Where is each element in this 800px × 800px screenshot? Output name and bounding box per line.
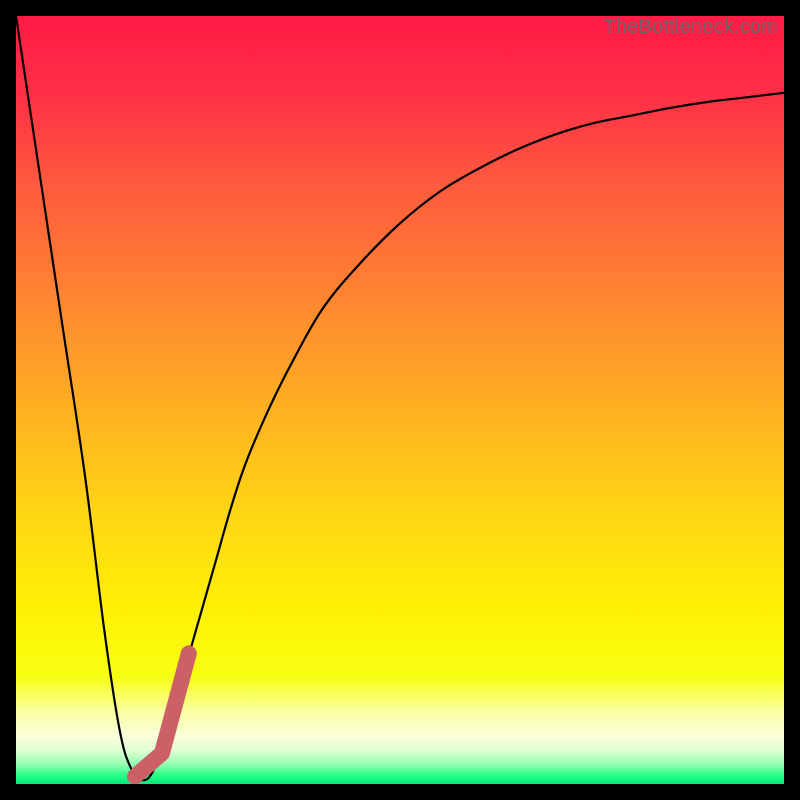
bottleneck-curve	[16, 16, 784, 780]
highlight-segment	[135, 653, 189, 776]
chart-svg	[16, 16, 784, 784]
plot-area: TheBottleneck.com	[16, 16, 784, 784]
chart-frame: TheBottleneck.com	[0, 0, 800, 800]
watermark-text: TheBottleneck.com	[603, 16, 778, 39]
